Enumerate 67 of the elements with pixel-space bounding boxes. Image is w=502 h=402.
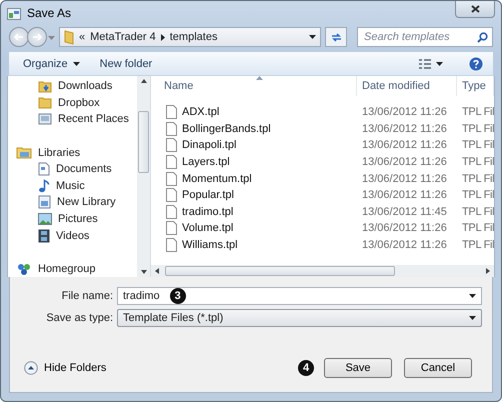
file-row[interactable]: Volume.tpl 13/06/2012 11:26 TPL Fil — [151, 220, 494, 237]
breadcrumb[interactable]: templates — [170, 31, 218, 43]
file-row[interactable]: Williams.tpl 13/06/2012 11:26 TPL Fil — [151, 236, 494, 254]
type-cell-text: TPL Fil — [461, 206, 494, 218]
file-row[interactable]: Dinapoli.tpl 13/06/2012 11:26 TPL Fil — [151, 137, 494, 154]
date-cell-text: 13/06/2012 11:26 — [361, 222, 448, 234]
date-cell-text: 13/06/2012 11:26 — [361, 239, 448, 252]
date-cell-text: 13/06/2012 11:45 — [361, 206, 448, 218]
field-label: File name: — [60, 290, 113, 302]
date-cell-text: 13/06/2012 11:26 — [361, 156, 448, 168]
nav-item[interactable]: Documents — [8, 160, 137, 178]
file-row[interactable]: BollingerBands.tpl 13/06/2012 11:26 TPL Fil — [151, 120, 494, 138]
date-cell-text: 13/06/2012 11:26 — [361, 106, 448, 118]
nav-item[interactable]: Dropbox — [8, 94, 137, 112]
file-name: Momentum.tpl — [182, 172, 252, 185]
nav-item[interactable]: Pictures — [8, 210, 137, 228]
save-button[interactable]: Save — [324, 358, 392, 378]
overflow-mark: « — [79, 31, 86, 43]
nav-item[interactable]: New Library — [8, 194, 137, 211]
date-cell-text: 13/06/2012 11:26 — [361, 172, 448, 185]
file-row[interactable]: Popular.tpl 13/06/2012 11:26 TPL Fil — [151, 186, 494, 204]
file-name: Dinapoli.tpl — [182, 139, 236, 152]
address-bar[interactable]: « MetaTrader 4 templates — [59, 27, 321, 47]
type-cell-text: TPL Fil — [461, 122, 494, 135]
date-cell-text: 13/06/2012 11:26 — [361, 122, 448, 135]
cancel-button[interactable]: Cancel — [404, 358, 472, 378]
field-label: Save as type: — [45, 312, 113, 324]
type-cell-text: TPL Fil — [461, 139, 494, 152]
callout-badge: 3 — [170, 288, 186, 304]
type-cell-text: TPL Fil — [461, 156, 494, 168]
nav-item[interactable]: Downloads — [8, 78, 137, 95]
file-name: Layers.tpl — [182, 156, 230, 168]
file-name: BollingerBands.tpl — [182, 122, 271, 135]
file-name: Popular.tpl — [182, 189, 234, 202]
type-cell-text: TPL Fil — [461, 239, 494, 252]
nav-item[interactable]: Music — [8, 178, 137, 194]
column-header[interactable]: Type — [457, 76, 494, 96]
file-row[interactable]: Layers.tpl 13/06/2012 11:26 TPL Fil — [151, 154, 494, 170]
nav-item[interactable]: Libraries — [8, 144, 137, 161]
date-cell-text: 13/06/2012 11:26 — [361, 139, 448, 152]
type-cell-text: TPL Fil — [461, 172, 494, 185]
column-header[interactable]: Date modified — [357, 76, 457, 96]
nav-item[interactable]: Recent Places — [8, 111, 137, 128]
field-value: tradimo — [123, 290, 160, 302]
nav-item[interactable]: Homegroup — [8, 260, 137, 278]
file-row[interactable]: Momentum.tpl 13/06/2012 11:26 TPL Fil — [151, 170, 494, 187]
file-row[interactable]: ADX.tpl 13/06/2012 11:26 TPL Fil — [151, 104, 494, 121]
type-cell-text: TPL Fil — [461, 222, 494, 234]
file-name: Williams.tpl — [182, 239, 238, 252]
search-field[interactable]: Search templates — [357, 27, 493, 47]
file-name: tradimo.tpl — [182, 206, 234, 218]
file-type-dropdown[interactable]: Template Files (*.tpl) — [117, 309, 482, 327]
toolbar-button[interactable]: New folder — [92, 56, 160, 72]
type-cell-text: TPL Fil — [461, 189, 494, 202]
hide-folders-button[interactable]: Hide Folders — [24, 361, 106, 375]
window-title: Save As — [27, 6, 72, 20]
breadcrumb[interactable]: MetaTrader 4 — [90, 31, 156, 43]
type-cell-text: TPL Fil — [461, 106, 494, 118]
file-name-field[interactable]: tradimo 3 — [117, 287, 482, 305]
toolbar-button[interactable]: Organize — [15, 56, 88, 72]
date-cell-text: 13/06/2012 11:26 — [361, 189, 448, 202]
callout-badge: 4 — [298, 360, 314, 376]
nav-item[interactable]: Videos — [8, 227, 137, 244]
file-name: Volume.tpl — [182, 222, 234, 234]
file-row[interactable]: tradimo.tpl 13/06/2012 11:45 TPL Fil — [151, 204, 494, 220]
field-value: Template Files (*.tpl) — [123, 312, 224, 324]
file-name: ADX.tpl — [182, 106, 220, 118]
